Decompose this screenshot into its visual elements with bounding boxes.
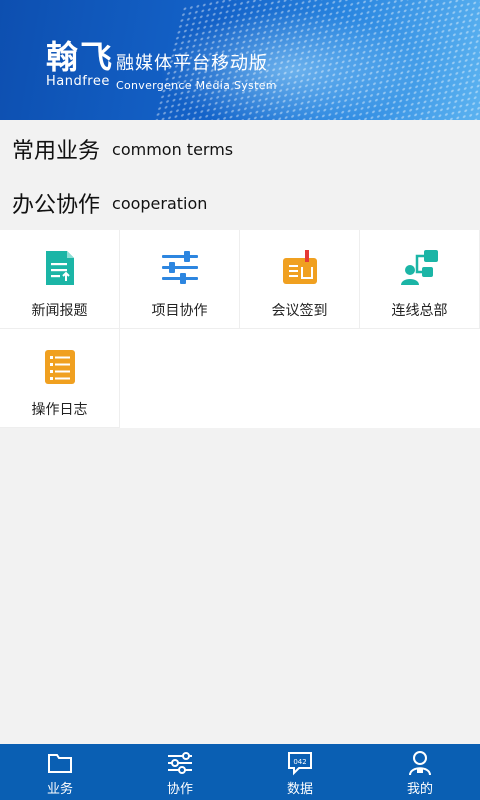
section-title-en: cooperation [112,193,208,213]
section-title-en: common terms [112,139,234,159]
sliders-icon [168,752,192,774]
grid-empty-space [120,329,480,428]
tile-label: 操作日志 [31,402,88,418]
tab-data[interactable]: 042 数据 [240,744,360,800]
bottom-tab-bar: 业务 协作 042 数据 我的 [0,744,480,800]
tile-label: 新闻报题 [31,303,88,319]
user-icon [409,751,431,776]
function-grid: 新闻报题 项目协作 会议签到 连线总部 操作日志 [0,230,480,428]
tile-operation-log[interactable]: 操作日志 [0,329,120,428]
tile-label: 连线总部 [391,303,448,319]
brand-logo: 翰飞 Handfree [46,40,114,89]
tile-connect-hq[interactable]: 连线总部 [360,230,480,329]
log-list-icon [44,350,75,384]
tab-label: 我的 [406,782,433,797]
tile-news-report[interactable]: 新闻报题 [0,230,120,329]
tab-business[interactable]: 业务 [0,744,120,800]
document-upload-icon [45,251,74,285]
sliders-icon [161,251,198,284]
tile-label: 项目协作 [151,303,208,319]
chat-data-icon: 042 [288,752,312,776]
section-title-cn: 常用业务 [12,139,101,164]
tile-project-collab[interactable]: 项目协作 [120,230,240,329]
checkin-icon [282,250,317,284]
tile-meeting-checkin[interactable]: 会议签到 [240,230,360,329]
tab-label: 协作 [166,782,193,797]
brand-name-en: Handfree [46,74,110,89]
subtitle-cn: 融媒体平台移动版 [116,53,268,74]
tab-data-badge: 042 [293,758,306,766]
tab-mine[interactable]: 我的 [360,744,480,800]
section-header-cooperation: 办公协作 cooperation [0,176,480,230]
folder-icon [48,754,72,773]
brand-name-cn: 翰飞 [46,38,115,76]
tab-collaboration[interactable]: 协作 [120,744,240,800]
connect-icon [400,250,438,285]
tab-label: 业务 [46,782,73,797]
tile-label: 会议签到 [271,303,328,319]
section-header-common: 常用业务 common terms [0,122,480,176]
app-subtitle: 融媒体平台移动版 Convergence Media System [116,53,277,93]
header-banner: 翰飞 Handfree 融媒体平台移动版 Convergence Media S… [0,0,480,120]
section-title-cn: 办公协作 [12,193,101,218]
tab-label: 数据 [286,782,313,797]
subtitle-en: Convergence Media System [116,79,277,92]
